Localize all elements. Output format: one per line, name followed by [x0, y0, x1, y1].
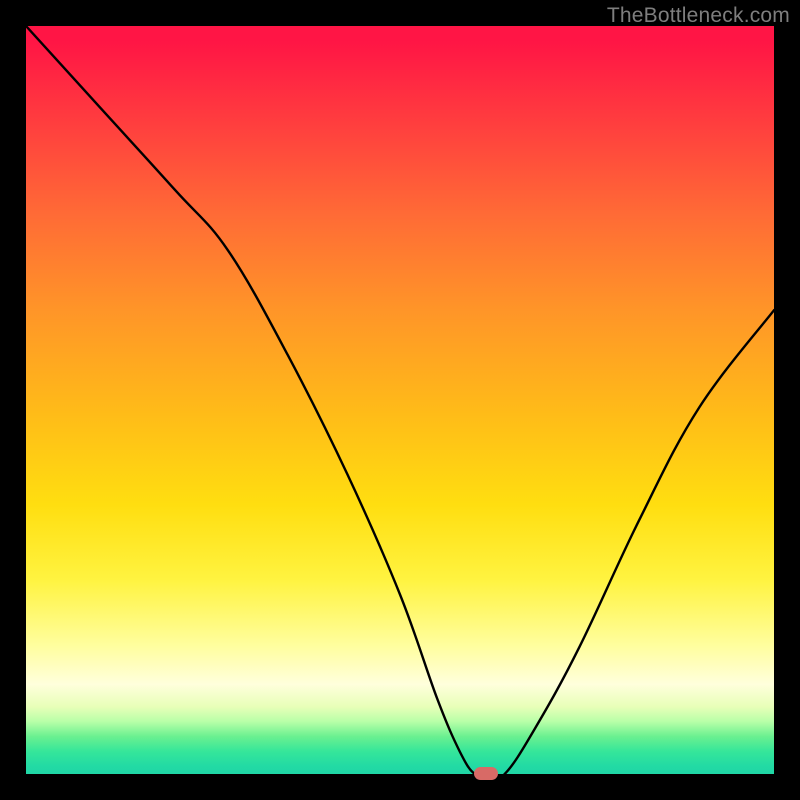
bottleneck-curve: [26, 26, 774, 774]
curve-svg: [26, 26, 774, 774]
plot-area: [26, 26, 774, 774]
chart-stage: TheBottleneck.com: [0, 0, 800, 800]
optimal-marker: [474, 767, 498, 780]
watermark-text: TheBottleneck.com: [607, 4, 790, 28]
